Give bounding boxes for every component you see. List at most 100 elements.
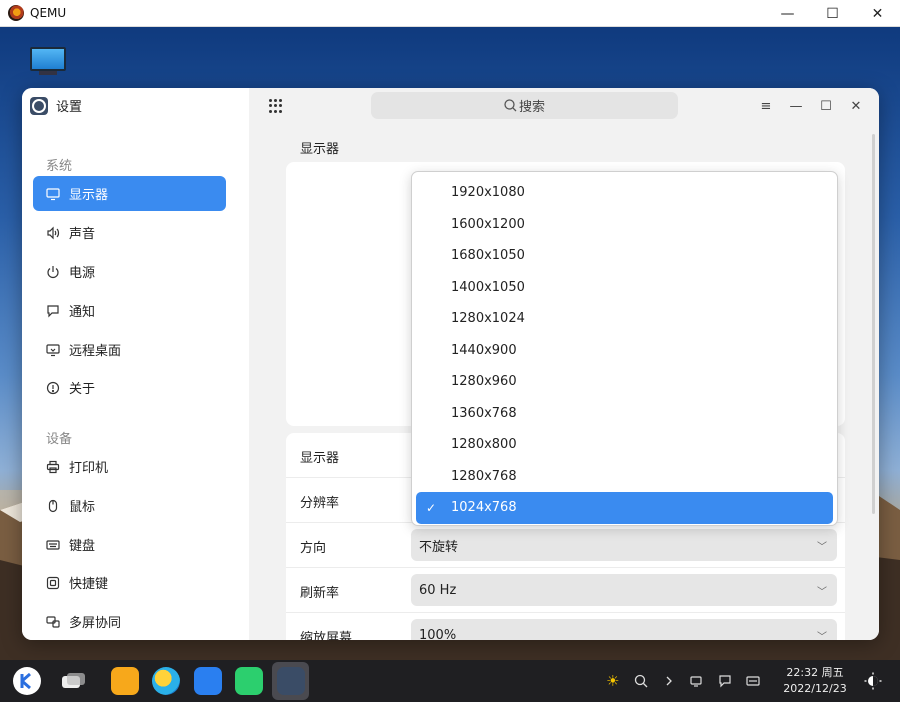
section-label-system: 系统 (46, 159, 73, 174)
scale-select[interactable]: 100% ﹀ (411, 619, 837, 640)
sidebar-item-label: 键盘 (69, 539, 96, 554)
refresh-rate-select[interactable]: 60 Hz ﹀ (411, 574, 837, 606)
qemu-logo-icon (8, 5, 24, 21)
sidebar-item-shortcuts[interactable]: 快捷键 (33, 565, 226, 600)
message-icon (45, 303, 61, 319)
sidebar-item-multiscreen[interactable]: 多屏协同 (33, 604, 226, 639)
browser-icon[interactable] (152, 667, 180, 695)
sidebar: 设置 系统 显示器 声音 电源 通知 远程桌面 关于 设备 打印机 鼠标 键盘 … (22, 88, 249, 640)
sidebar-item-label: 通知 (69, 305, 96, 320)
refresh-rate-value: 60 Hz (419, 582, 457, 598)
clock-time: 22:32 周五 (786, 666, 844, 679)
option-label: 1440x900 (451, 342, 517, 358)
tray-brightness-icon[interactable]: ☀ (606, 660, 619, 702)
resolution-option[interactable]: 1280x1024 (416, 303, 833, 335)
settings-app-icon (30, 96, 48, 115)
computer-desktop-icon[interactable] (30, 47, 66, 77)
sidebar-item-sound[interactable]: 声音 (33, 215, 226, 250)
row-label: 显示器 (300, 451, 340, 466)
tray-theme-icon[interactable] (864, 660, 882, 702)
tray-expand-icon[interactable] (664, 660, 674, 702)
shortcut-icon (45, 575, 61, 591)
tray-notification-icon[interactable] (718, 660, 732, 702)
option-label: 1680x1050 (451, 248, 525, 264)
tray-network-icon[interactable] (690, 660, 704, 702)
sidebar-item-label: 多屏协同 (69, 616, 122, 631)
row-refresh-rate: 刷新率 60 Hz ﹀ (286, 568, 845, 613)
speaker-icon (45, 225, 61, 241)
wps-icon[interactable] (194, 667, 222, 695)
sidebar-item-label: 关于 (69, 382, 96, 397)
clock[interactable]: 22:32 周五 2022/12/23 (780, 665, 850, 697)
resolution-option[interactable]: 1600x1200 (416, 209, 833, 241)
resolution-option[interactable]: 1280x960 (416, 366, 833, 398)
multitask-view-icon[interactable] (59, 667, 87, 695)
option-label: 1920x1080 (451, 185, 525, 201)
resolution-option[interactable]: 1680x1050 (416, 240, 833, 272)
app-grid-icon[interactable] (269, 99, 283, 113)
sidebar-item-about[interactable]: 关于 (33, 370, 226, 405)
resolution-option[interactable]: 1360x768 (416, 398, 833, 430)
sidebar-item-remote-desktop[interactable]: 远程桌面 (33, 332, 226, 367)
sidebar-item-power[interactable]: 电源 (33, 254, 226, 289)
resolution-option[interactable]: 1440x900 (416, 335, 833, 367)
row-orientation: 方向 不旋转 ﹀ (286, 523, 845, 568)
maximize-button[interactable]: ☐ (811, 96, 841, 116)
clock-date: 2022/12/23 (783, 682, 847, 695)
row-label: 分辨率 (300, 496, 340, 511)
monitor-icon (45, 186, 61, 202)
printer-icon (45, 459, 61, 475)
tray-keyboard-icon[interactable] (746, 660, 760, 702)
option-label: 1280x960 (451, 374, 517, 390)
info-icon (45, 380, 61, 396)
tray-search-icon[interactable] (634, 660, 648, 702)
row-label: 方向 (300, 541, 327, 556)
sidebar-item-label: 电源 (69, 266, 96, 281)
sidebar-item-label: 声音 (69, 227, 96, 242)
launcher-icon[interactable] (13, 667, 41, 695)
chevron-down-icon: ﹀ (817, 587, 827, 598)
settings-taskbar-icon[interactable] (277, 667, 305, 695)
qemu-maximize-button[interactable]: ☐ (810, 0, 855, 27)
app-title: 设置 (56, 100, 83, 115)
option-label: 1360x768 (451, 405, 517, 421)
resolution-option[interactable]: 1400x1050 (416, 272, 833, 304)
sidebar-item-display[interactable]: 显示器 (33, 176, 226, 211)
check-icon: ✓ (426, 500, 437, 515)
option-label: 1400x1050 (451, 279, 525, 295)
file-manager-icon[interactable] (111, 667, 139, 695)
section-label-devices: 设备 (46, 432, 73, 447)
app-store-icon[interactable] (235, 667, 263, 695)
search-placeholder: 搜索 (518, 100, 545, 115)
top-bar: 搜索 ≡ — ☐ ✕ (249, 88, 879, 124)
row-scale: 缩放屏幕 100% ﹀ (286, 613, 845, 640)
qemu-close-button[interactable]: ✕ (855, 0, 900, 27)
orientation-select[interactable]: 不旋转 ﹀ (411, 529, 837, 561)
sidebar-item-keyboard[interactable]: 键盘 (33, 527, 226, 562)
resolution-option[interactable]: 1920x1080 (416, 177, 833, 209)
page-title: 显示器 (300, 142, 340, 157)
option-label: 1280x768 (451, 468, 517, 484)
resolution-option-selected[interactable]: ✓ 1024x768 (416, 492, 833, 524)
option-label: 1280x1024 (451, 311, 525, 327)
sidebar-item-mouse[interactable]: 鼠标 (33, 488, 226, 523)
minimize-button[interactable]: — (781, 96, 811, 116)
remote-desktop-icon (45, 342, 61, 358)
keyboard-icon (45, 537, 61, 553)
close-button[interactable]: ✕ (841, 96, 871, 116)
sidebar-item-printer[interactable]: 打印机 (33, 449, 226, 484)
search-input[interactable]: 搜索 (371, 92, 678, 119)
scale-value: 100% (419, 627, 457, 641)
scrollbar[interactable] (872, 134, 875, 514)
option-label: 1600x1200 (451, 216, 525, 232)
qemu-title-bar: QEMU — ☐ ✕ (0, 0, 900, 27)
row-label: 刷新率 (300, 586, 340, 601)
chevron-down-icon: ﹀ (817, 632, 827, 640)
resolution-option[interactable]: 1280x768 (416, 461, 833, 493)
resolution-option[interactable]: 1280x800 (416, 429, 833, 461)
mouse-icon (45, 498, 61, 514)
qemu-minimize-button[interactable]: — (765, 0, 810, 27)
menu-button[interactable]: ≡ (751, 96, 781, 116)
sidebar-item-label: 打印机 (69, 461, 109, 476)
sidebar-item-notification[interactable]: 通知 (33, 293, 226, 328)
